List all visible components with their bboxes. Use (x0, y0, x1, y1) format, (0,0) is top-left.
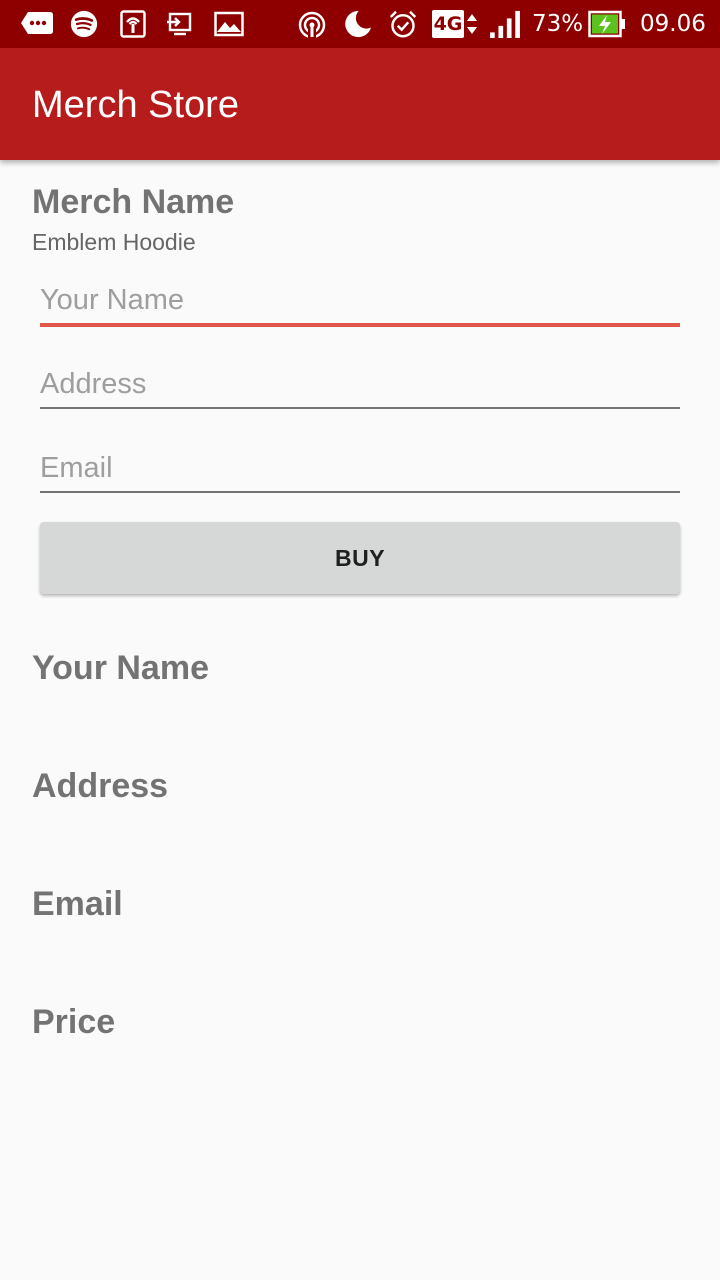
gallery-icon (214, 11, 244, 37)
name-field[interactable] (40, 272, 680, 332)
summary-name-label: Your Name (32, 649, 209, 687)
spotify-icon (70, 10, 98, 38)
status-bar: 4G 73% 09.06 (0, 0, 720, 48)
messenger-icon (21, 12, 53, 34)
merch-name-value: Emblem Hoodie (32, 229, 196, 255)
cast-icon (167, 12, 192, 36)
merch-name-heading: Merch Name (32, 183, 235, 221)
summary-address-label: Address (32, 767, 169, 805)
alarm-icon (389, 10, 417, 38)
app-bar: Merch Store (0, 48, 720, 160)
email-field-underline (40, 491, 680, 493)
night-mode-icon (345, 10, 371, 38)
clock: 09.06 (640, 11, 706, 37)
buy-button[interactable]: BUY (40, 522, 680, 594)
app-title: Merch Store (32, 84, 239, 126)
email-field[interactable] (40, 440, 680, 500)
hotspot-icon (120, 10, 146, 38)
network-4g-label: 4G (433, 13, 463, 35)
address-input[interactable] (40, 356, 680, 412)
email-input[interactable] (40, 440, 680, 496)
summary-email-label: Email (32, 885, 123, 923)
network-4g-icon: 4G (432, 10, 464, 38)
merch-store-screen: 4G 73% 09.06 Merch Store Merch Name Embl… (0, 0, 720, 1280)
battery-percent: 73% (532, 11, 584, 37)
name-field-underline (40, 323, 680, 327)
data-activity-icon (467, 14, 477, 34)
address-field-underline (40, 407, 680, 409)
signal-icon (490, 10, 520, 38)
battery-charging-icon (588, 10, 625, 38)
summary-price-label: Price (32, 1003, 116, 1041)
address-field[interactable] (40, 356, 680, 416)
wireless-icon (298, 11, 326, 38)
name-input[interactable] (40, 272, 680, 328)
